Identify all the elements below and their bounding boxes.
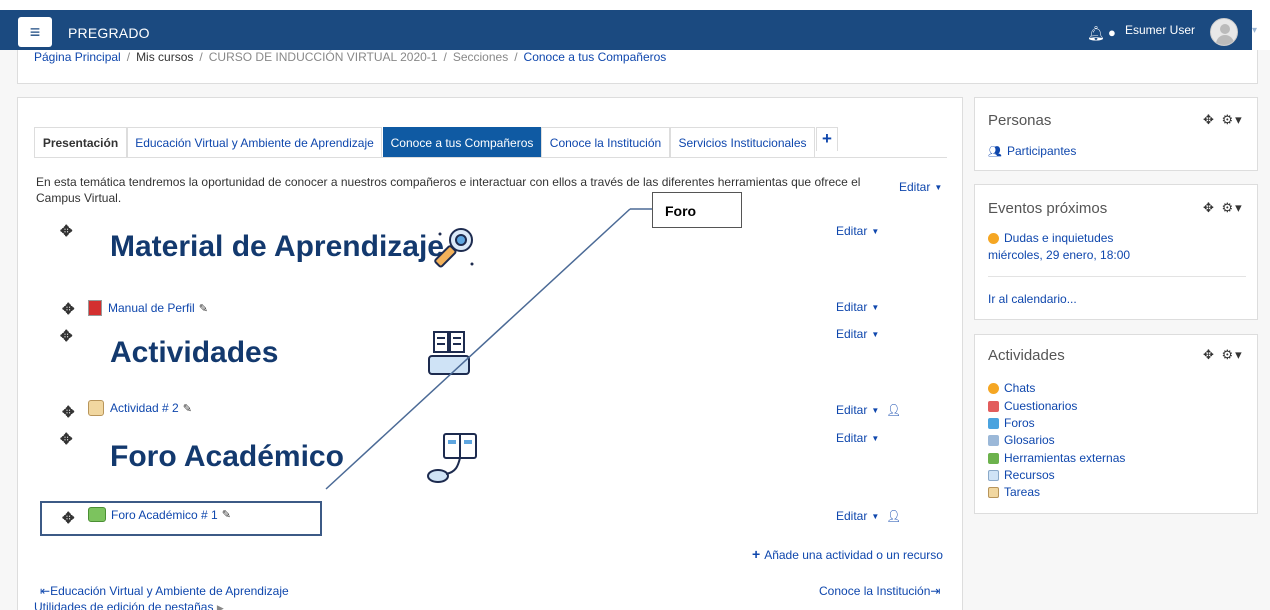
assignment-icon [88, 400, 104, 416]
edit-menu[interactable]: Editar ▼ [836, 403, 879, 417]
forum-icon [988, 417, 999, 429]
edit-menu[interactable]: Editar ▼ [836, 300, 879, 314]
activity-foro-academico-1[interactable]: Foro Académico # 1 ✎ [88, 507, 231, 522]
block-controls[interactable]: ✥ ⚙▾ [1203, 200, 1244, 216]
tab-conoce-companeros[interactable]: Conoce a tus Compañeros [383, 127, 541, 157]
puzzle-icon [988, 452, 999, 464]
assignment-icon [988, 486, 999, 498]
activity-type-herramientas[interactable]: Herramientas externas [988, 451, 1125, 465]
top-navbar [0, 0, 1270, 50]
edit-menu[interactable]: Editar ▼ [836, 224, 879, 238]
activity-type-chats[interactable]: Chats [988, 381, 1035, 395]
move-icon[interactable]: ✥ [62, 403, 75, 421]
event-icon [988, 232, 999, 244]
breadcrumb: Página Principal / Mis cursos / CURSO DE IND… [34, 50, 667, 64]
breadcrumb-home[interactable]: Página Principal [34, 50, 121, 64]
glossary-icon [988, 434, 999, 446]
quiz-icon [988, 400, 999, 412]
move-icon[interactable]: ✥ [60, 222, 73, 240]
plus-icon: + [752, 546, 761, 562]
edit-menu[interactable]: Editar ▼ [836, 509, 879, 523]
event-link[interactable]: Dudas e inquietudes [988, 231, 1113, 245]
block-personas [974, 97, 1258, 171]
tab-educacion-virtual[interactable]: Educación Virtual y Ambiente de Aprendiz… [127, 127, 382, 157]
user-name[interactable]: Esumer User [1125, 23, 1195, 37]
book-laptop-icon [428, 331, 470, 375]
activity-manual-de-perfil[interactable]: Manual de Perfil ✎ [88, 300, 208, 316]
pencil-icon[interactable]: ✎ [183, 402, 192, 415]
block-controls[interactable]: ✥ ⚙▾ [1203, 347, 1244, 363]
bell-icon[interactable]: 🔔︎ [1087, 25, 1105, 42]
tab-utilities-link[interactable]: Utilidades de edición de pestañas ▶ [34, 600, 224, 610]
breadcrumb-course[interactable]: CURSO DE INDUCCIÓN VIRTUAL 2020-1 [209, 50, 438, 64]
pencil-icon[interactable]: ✎ [199, 302, 208, 315]
heading-material-aprendizaje: Material de Aprendizaje [110, 230, 444, 263]
chat-icon[interactable]: ● [1108, 25, 1116, 40]
chat-icon [988, 382, 999, 394]
site-brand[interactable]: PREGRADO [68, 25, 150, 41]
learning-material-icon [434, 228, 474, 268]
activity-type-foros[interactable]: Foros [988, 416, 1035, 430]
move-icon[interactable]: ✥ [62, 300, 75, 318]
event-date: miércoles, 29 enero, 18:00 [988, 248, 1131, 262]
participants-link[interactable]: 👥︎ Participantes [988, 144, 1076, 158]
user-icon[interactable]: 👤︎ [886, 509, 901, 523]
add-activity-link[interactable]: + Añade una actividad o un recurso [752, 546, 943, 562]
resource-icon [988, 469, 999, 481]
pencil-icon[interactable]: ✎ [222, 508, 231, 521]
activity-type-glosarios[interactable]: Glosarios [988, 433, 1055, 447]
edit-menu[interactable]: Editar ▼ [836, 327, 879, 341]
chevron-down-icon[interactable]: ▾ [1252, 25, 1257, 36]
edit-menu[interactable]: Editar ▼ [836, 431, 879, 445]
callout-label: Foro [652, 192, 742, 228]
activity-type-recursos[interactable]: Recursos [988, 468, 1055, 482]
forum-icon [88, 507, 106, 522]
block-eventos-title: Eventos próximos [988, 200, 1108, 217]
arrow-right-icon: ⇥ [930, 584, 941, 598]
users-icon: 👥︎ [988, 145, 1002, 158]
activity-type-tareas[interactable]: Tareas [988, 485, 1040, 499]
divider [988, 276, 1246, 277]
next-section-link[interactable]: Conoce la Institución⇥ [819, 584, 940, 598]
activity-type-cuestionarios[interactable]: Cuestionarios [988, 399, 1077, 413]
user-icon[interactable]: 👤︎ [886, 403, 901, 417]
tab-divider [34, 157, 947, 158]
breadcrumb-my-courses[interactable]: Mis cursos [136, 50, 193, 64]
section-edit-menu[interactable]: Editar ▼ [899, 180, 942, 194]
heading-actividades: Actividades [110, 336, 279, 369]
move-icon[interactable]: ✥ [60, 430, 73, 448]
breadcrumb-current[interactable]: Conoce a tus Compañeros [524, 50, 667, 64]
block-controls[interactable]: ✥ ⚙▾ [1203, 112, 1244, 128]
block-actividades-title: Actividades [988, 347, 1065, 364]
move-icon[interactable]: ✥ [62, 509, 75, 527]
move-icon[interactable]: ✥ [60, 327, 73, 345]
tab-servicios-institucionales[interactable]: Servicios Institucionales [670, 127, 815, 157]
tab-presentacion[interactable]: Presentación [34, 127, 127, 158]
forum-book-mouse-icon [427, 433, 477, 483]
arrow-left-icon: ⇤ [40, 584, 51, 598]
prev-section-link[interactable]: ⇤Educación Virtual y Ambiente de Aprendi… [40, 584, 289, 598]
breadcrumb-sections[interactable]: Secciones [453, 50, 508, 64]
tab-conoce-institucion[interactable]: Conoce la Institución [541, 127, 670, 157]
heading-foro-academico: Foro Académico [110, 440, 344, 473]
add-tab-button[interactable]: + [816, 127, 838, 151]
avatar[interactable] [1210, 18, 1238, 46]
pdf-icon [88, 300, 102, 316]
block-personas-title: Personas [988, 112, 1052, 129]
section-summary: En esta temática tendremos la oportunida… [36, 175, 861, 205]
calendar-link[interactable]: Ir al calendario... [988, 292, 1077, 306]
activity-actividad-2[interactable]: Actividad # 2 ✎ [88, 400, 192, 416]
hamburger-icon[interactable]: ≡ [18, 17, 52, 47]
